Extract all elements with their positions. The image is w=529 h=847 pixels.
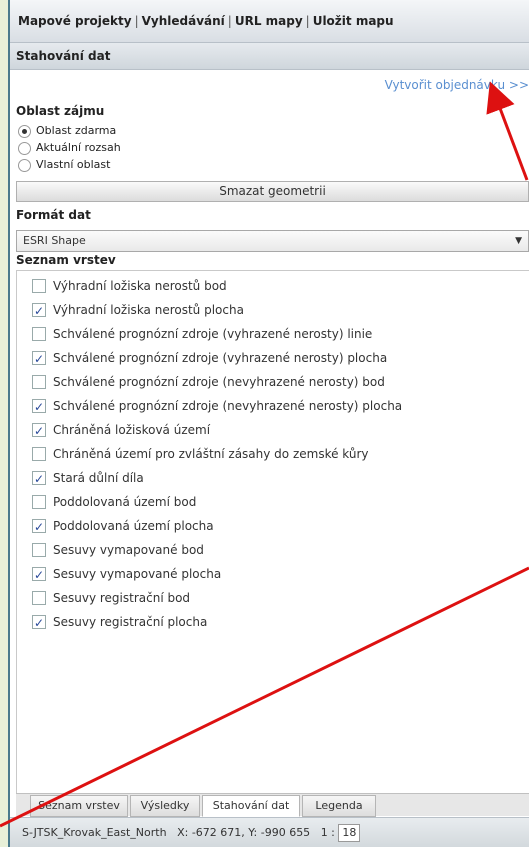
tab-data-download[interactable]: Stahování dat	[202, 795, 300, 817]
checkbox-checked[interactable]	[32, 348, 46, 370]
scale-prefix: 1 :	[320, 826, 335, 839]
radio-label: Aktuální rozsah	[36, 141, 121, 154]
layers-section-title: Seznam vrstev	[16, 253, 116, 267]
area-section-title: Oblast zájmu	[16, 104, 105, 118]
layer-label: Sesuvy vymapované bod	[53, 543, 204, 557]
top-menu: Mapové projekty | Vyhledávání | URL mapy | Ulo…	[10, 0, 529, 43]
layer-label: Schválené prognózní zdroje (vyhrazené ne…	[53, 351, 388, 365]
tab-layer-list[interactable]: Seznam vrstev	[30, 795, 128, 817]
checkbox[interactable]	[32, 326, 46, 341]
layer-item[interactable]: Chráněná území pro zvláštní zásahy do ze…	[32, 443, 369, 465]
layer-label: Chráněná území pro zvláštní zásahy do ze…	[53, 447, 369, 461]
layer-item[interactable]: Sesuvy vymapované bod	[32, 539, 204, 561]
checkbox-checked[interactable]	[32, 468, 46, 490]
checkbox-checked[interactable]	[32, 564, 46, 586]
checkbox[interactable]	[32, 494, 46, 509]
checkbox-checked[interactable]	[32, 612, 46, 634]
panel-title: Stahování dat	[10, 43, 529, 70]
layer-item[interactable]: Schválené prognózní zdroje (vyhrazené ne…	[32, 323, 372, 345]
layer-item[interactable]: Výhradní ložiska nerostů bod	[32, 275, 227, 297]
menu-separator: |	[134, 14, 139, 28]
layer-label: Sesuvy registrační bod	[53, 591, 191, 605]
checkbox[interactable]	[32, 542, 46, 557]
crs-label: S-JTSK_Krovak_East_North	[22, 826, 167, 839]
radio-label: Vlastní oblast	[36, 158, 111, 171]
radio-custom-area[interactable]: Vlastní oblast	[18, 156, 110, 173]
format-select-value: ESRI Shape	[23, 234, 86, 247]
layer-item[interactable]: Výhradní ložiska nerostů plocha	[32, 299, 244, 322]
layer-item[interactable]: Schválené prognózní zdroje (nevyhrazené …	[32, 371, 385, 393]
checkbox[interactable]	[32, 374, 46, 389]
tab-results[interactable]: Výsledky	[130, 795, 200, 817]
create-order-link[interactable]: Vytvořit objednávku >>	[385, 78, 529, 92]
chevron-down-icon[interactable]: ▼	[515, 231, 522, 251]
checkbox[interactable]	[32, 590, 46, 605]
checkbox-checked[interactable]	[32, 420, 46, 442]
radio-button[interactable]	[18, 158, 31, 172]
status-bar: S-JTSK_Krovak_East_North X: -672 671, Y:…	[10, 817, 529, 847]
radio-label: Oblast zdarma	[36, 124, 117, 137]
menu-save-map[interactable]: Uložit mapu	[313, 14, 394, 28]
checkbox[interactable]	[32, 278, 46, 293]
radio-button[interactable]	[18, 141, 31, 155]
checkbox-checked[interactable]	[32, 516, 46, 538]
layer-item[interactable]: Sesuvy vymapované plocha	[32, 563, 222, 586]
menu-map-projects[interactable]: Mapové projekty	[18, 14, 132, 28]
radio-free-area[interactable]: Oblast zdarma	[18, 122, 116, 139]
app-window: Mapové projekty | Vyhledávání | URL mapy | Ulo…	[8, 0, 529, 847]
layer-label: Schválené prognózní zdroje (nevyhrazené …	[53, 375, 385, 389]
radio-button-selected[interactable]	[18, 124, 31, 138]
layer-item[interactable]: Chráněná ložisková území	[32, 419, 211, 442]
layer-label: Schválené prognózní zdroje (vyhrazené ne…	[53, 327, 373, 341]
bottom-tabs: Seznam vrstev Výsledky Stahování dat Leg…	[16, 793, 529, 817]
layer-label: Stará důlní díla	[53, 471, 144, 485]
layer-label: Výhradní ložiska nerostů plocha	[53, 303, 244, 317]
layer-item[interactable]: Schválené prognózní zdroje (vyhrazené ne…	[32, 347, 388, 370]
menu-separator: |	[227, 14, 232, 28]
menu-search[interactable]: Vyhledávání	[142, 14, 225, 28]
layer-item[interactable]: Stará důlní díla	[32, 467, 144, 490]
checkbox-checked[interactable]	[32, 300, 46, 322]
checkbox-checked[interactable]	[32, 396, 46, 418]
layer-item[interactable]: Schválené prognózní zdroje (nevyhrazené …	[32, 395, 403, 418]
layer-label: Poddolovaná území plocha	[53, 519, 214, 533]
layer-label: Výhradní ložiska nerostů bod	[53, 279, 227, 293]
format-select[interactable]: ESRI Shape ▼	[16, 230, 529, 252]
clear-geometry-button[interactable]: Smazat geometrii	[16, 181, 529, 202]
checkbox[interactable]	[32, 446, 46, 461]
layer-label: Sesuvy registrační plocha	[53, 615, 208, 629]
layer-item[interactable]: Sesuvy registrační plocha	[32, 611, 208, 634]
layer-item[interactable]: Poddolovaná území plocha	[32, 515, 214, 538]
layer-label: Poddolovaná území bod	[53, 495, 197, 509]
coordinates-readout: X: -672 671, Y: -990 655	[177, 826, 311, 839]
scale-input[interactable]: 18	[338, 824, 361, 842]
layer-item[interactable]: Poddolovaná území bod	[32, 491, 196, 513]
layer-label: Chráněná ložisková území	[53, 423, 211, 437]
menu-map-url[interactable]: URL mapy	[235, 14, 303, 28]
layer-item[interactable]: Sesuvy registrační bod	[32, 587, 190, 609]
menu-separator: |	[305, 14, 310, 28]
layer-label: Schválené prognózní zdroje (nevyhrazené …	[53, 399, 403, 413]
tab-legend[interactable]: Legenda	[302, 795, 376, 817]
radio-current-extent[interactable]: Aktuální rozsah	[18, 139, 121, 156]
format-section-title: Formát dat	[16, 208, 91, 222]
layer-label: Sesuvy vymapované plocha	[53, 567, 222, 581]
